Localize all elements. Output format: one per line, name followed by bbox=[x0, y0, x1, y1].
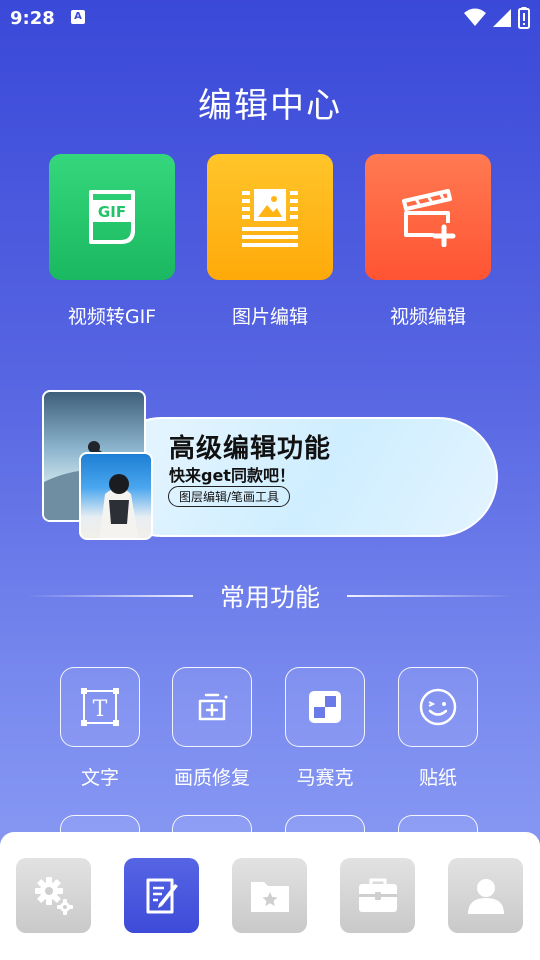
battery-icon bbox=[518, 7, 530, 29]
page-title: 编辑中心 bbox=[198, 86, 342, 126]
tool-tile[interactable] bbox=[365, 154, 491, 280]
banner-subtitle: 快来get同款吧！ bbox=[169, 466, 295, 485]
status-bar: 9:28 A bbox=[0, 0, 540, 36]
keyboard-icon: A bbox=[71, 10, 85, 24]
banner-title: 高级编辑功能 bbox=[169, 434, 332, 464]
toolbox-icon bbox=[358, 878, 397, 912]
feature-box[interactable] bbox=[285, 667, 365, 747]
enhance-icon bbox=[198, 693, 228, 721]
section-header: 常用功能 bbox=[0, 578, 540, 614]
tool-image-edit[interactable]: 图片编辑 bbox=[207, 154, 333, 328]
signal-icon bbox=[493, 9, 511, 27]
tool-video-edit[interactable]: 视频编辑 bbox=[365, 154, 491, 328]
nav-profile[interactable] bbox=[448, 858, 523, 933]
clapperboard-plus-icon bbox=[402, 189, 456, 247]
system-icons bbox=[464, 7, 530, 29]
gif-icon: GIF bbox=[89, 190, 135, 244]
tool-video-to-gif[interactable]: GIF 视频转GIF bbox=[49, 154, 175, 328]
nav-edit[interactable] bbox=[124, 858, 199, 933]
bottom-nav bbox=[0, 832, 540, 960]
mosaic-icon bbox=[309, 691, 341, 723]
feature-box[interactable] bbox=[398, 667, 478, 747]
feature-mosaic[interactable]: 马赛克 bbox=[285, 667, 365, 789]
promo-banner[interactable]: 高级编辑功能 快来get同款吧！ 图层编辑/笔画工具 bbox=[42, 390, 500, 542]
feature-label: 画质修复 bbox=[173, 767, 250, 789]
feature-box[interactable]: T bbox=[60, 667, 140, 747]
nav-settings[interactable] bbox=[16, 858, 91, 933]
gears-icon bbox=[34, 876, 73, 915]
tool-label: 图片编辑 bbox=[231, 306, 308, 328]
feature-enhance[interactable]: 画质修复 bbox=[172, 667, 252, 789]
folder-star-icon bbox=[250, 881, 289, 912]
wifi-icon bbox=[464, 8, 486, 26]
feature-label: 贴纸 bbox=[418, 767, 457, 789]
nav-folder[interactable] bbox=[232, 858, 307, 933]
feature-text[interactable]: T 文字 bbox=[60, 667, 140, 789]
edit-note-icon bbox=[146, 878, 178, 913]
banner-photo-small bbox=[79, 452, 153, 540]
image-doc-icon bbox=[242, 189, 298, 247]
feature-box[interactable] bbox=[172, 667, 252, 747]
tool-label: 视频编辑 bbox=[389, 306, 466, 328]
svg-text:T: T bbox=[93, 697, 108, 722]
tool-tile[interactable]: GIF bbox=[49, 154, 175, 280]
feature-label: 马赛克 bbox=[296, 767, 354, 789]
feature-sticker[interactable]: 贴纸 bbox=[398, 667, 478, 789]
banner-tag: 图层编辑/笔画工具 bbox=[168, 486, 291, 507]
divider-right bbox=[347, 595, 514, 597]
person-icon bbox=[467, 878, 504, 914]
svg-text:GIF: GIF bbox=[98, 203, 126, 221]
tool-tile[interactable] bbox=[207, 154, 333, 280]
text-frame-icon: T bbox=[81, 688, 119, 726]
smiley-icon bbox=[419, 688, 457, 726]
nav-toolbox[interactable] bbox=[340, 858, 415, 933]
feature-label: 文字 bbox=[80, 767, 119, 789]
tool-label: 视频转GIF bbox=[67, 306, 157, 328]
status-time: 9:28 bbox=[10, 8, 55, 29]
